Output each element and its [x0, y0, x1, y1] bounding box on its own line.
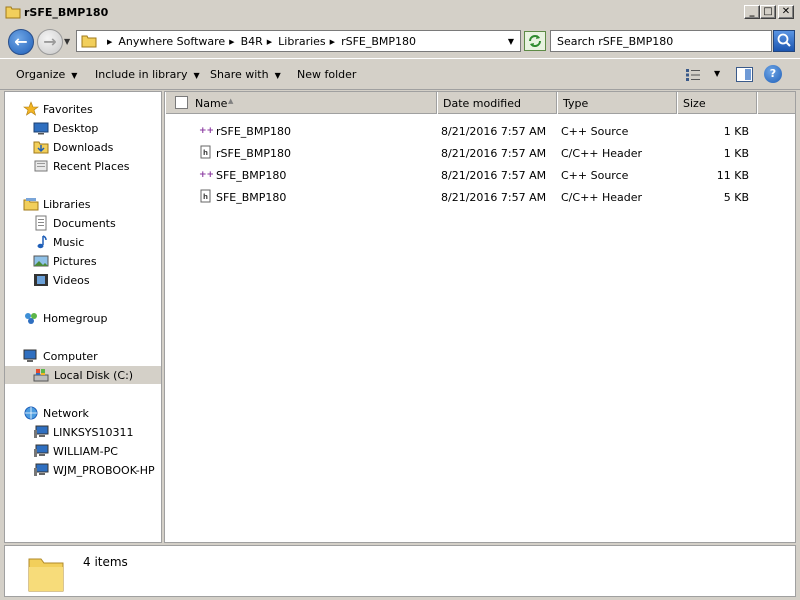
file-type: C++ Source — [561, 169, 629, 182]
column-header-type[interactable]: Type — [557, 92, 677, 114]
view-options-dropdown[interactable]: ▼ — [714, 69, 720, 78]
chevron-down-icon: ▼ — [193, 71, 200, 80]
file-name: SFE_BMP180 — [216, 169, 287, 182]
desktop-icon — [33, 122, 49, 135]
network-computer-icon — [34, 425, 49, 438]
change-view-icon[interactable] — [685, 68, 701, 82]
breadcrumb-item[interactable]: Anywhere Software — [118, 35, 225, 48]
table-row[interactable]: h rSFE_BMP180 8/21/2016 7:57 AM C/C++ He… — [165, 142, 795, 162]
search-button[interactable] — [773, 30, 795, 52]
file-size: 1 KB — [723, 147, 749, 160]
chevron-down-icon: ▼ — [274, 71, 281, 80]
column-header-filler — [757, 92, 795, 114]
search-placeholder: Search rSFE_BMP180 — [557, 35, 674, 48]
column-header-date[interactable]: Date modified — [437, 92, 557, 114]
minimize-button[interactable]: _ — [744, 5, 760, 19]
file-date: 8/21/2016 7:57 AM — [441, 169, 547, 182]
table-row[interactable]: h SFE_BMP180 8/21/2016 7:57 AM C/C++ Hea… — [165, 186, 795, 206]
file-size: 11 KB — [716, 169, 749, 182]
nav-local-disk[interactable]: Local Disk (C:) — [5, 366, 161, 384]
file-name: SFE_BMP180 — [216, 191, 287, 204]
navigation-pane: Favorites Desktop Downloads Recent Place… — [4, 91, 162, 543]
pictures-icon — [33, 255, 49, 267]
table-row[interactable]: ++ rSFE_BMP180 8/21/2016 7:57 AM C++ Sou… — [165, 120, 795, 140]
maximize-button[interactable]: □ — [760, 5, 776, 19]
window-title: rSFE_BMP180 — [24, 6, 109, 19]
folder-icon — [28, 558, 64, 592]
file-date: 8/21/2016 7:57 AM — [441, 125, 547, 138]
sort-up-icon: ▲ — [228, 97, 234, 105]
column-header-name[interactable]: Name ▲ — [165, 92, 437, 114]
breadcrumb-item[interactable]: B4R — [241, 35, 263, 48]
column-header-size[interactable]: Size — [677, 92, 757, 114]
breadcrumb-item[interactable]: Libraries — [278, 35, 326, 48]
refresh-button[interactable] — [524, 31, 546, 51]
cpp-source-icon: ++ — [199, 126, 213, 136]
forward-button[interactable]: → — [37, 29, 63, 55]
address-dropdown-icon[interactable]: ▼ — [508, 37, 514, 46]
homegroup-icon — [25, 313, 37, 324]
file-type: C/C++ Header — [561, 191, 643, 204]
organize-menu[interactable]: Organize ▼ — [16, 68, 77, 81]
svg-text:++: ++ — [199, 126, 213, 136]
title-bar: rSFE_BMP180 _ □ ✕ — [0, 0, 800, 26]
star-icon — [23, 101, 39, 116]
search-input[interactable]: Search rSFE_BMP180 — [550, 30, 772, 52]
libraries-icon — [23, 198, 39, 211]
chevron-down-icon: ▼ — [71, 71, 78, 80]
network-computer-icon — [34, 444, 49, 457]
videos-icon — [34, 274, 48, 286]
file-list: Name ▲ Date modified Type Size ++ rSFE_B… — [164, 91, 796, 543]
documents-icon — [35, 215, 47, 231]
item-count: 4 items — [83, 555, 128, 569]
file-type: C++ Source — [561, 125, 629, 138]
recent-places-icon — [34, 160, 48, 172]
svg-text:h: h — [203, 193, 208, 201]
back-button[interactable]: ← — [8, 29, 34, 55]
file-size: 5 KB — [723, 191, 749, 204]
breadcrumb: ▶ Anywhere Software ▶ B4R ▶ Libraries ▶ … — [103, 35, 416, 48]
share-with-menu[interactable]: Share with ▼ — [210, 68, 281, 81]
file-type: C/C++ Header — [561, 147, 643, 160]
address-row: ← → ▼ ▶ Anywhere Software ▶ B4R ▶ Librar… — [0, 26, 800, 57]
chevron-right-icon[interactable]: ▶ — [330, 38, 335, 46]
chevron-right-icon[interactable]: ▶ — [107, 38, 112, 46]
c-header-icon: h — [200, 145, 211, 159]
file-date: 8/21/2016 7:57 AM — [441, 191, 547, 204]
refresh-icon — [529, 35, 541, 47]
table-row[interactable]: ++ SFE_BMP180 8/21/2016 7:57 AM C++ Sour… — [165, 164, 795, 184]
svg-text:h: h — [203, 149, 208, 157]
music-icon — [37, 235, 47, 249]
network-icon — [24, 406, 38, 420]
local-disk-icon — [33, 369, 49, 382]
recent-pages-dropdown[interactable]: ▼ — [64, 37, 70, 46]
details-pane: 4 items — [4, 545, 796, 597]
computer-icon — [23, 349, 37, 362]
c-header-icon: h — [200, 189, 211, 203]
new-folder-button[interactable]: New folder — [297, 68, 356, 81]
command-bar: Organize ▼ Include in library ▼ Share with… — [0, 58, 800, 90]
cpp-source-icon: ++ — [199, 170, 213, 180]
file-name: rSFE_BMP180 — [216, 147, 291, 160]
file-size: 1 KB — [723, 125, 749, 138]
chevron-right-icon[interactable]: ▶ — [229, 38, 234, 46]
search-icon — [777, 33, 791, 47]
help-button[interactable]: ? — [764, 65, 782, 83]
downloads-folder-icon — [33, 141, 49, 154]
svg-text:++: ++ — [199, 170, 213, 180]
breadcrumb-item[interactable]: rSFE_BMP180 — [341, 35, 416, 48]
folder-icon — [5, 6, 21, 19]
include-in-library-menu[interactable]: Include in library ▼ — [95, 68, 200, 81]
preview-pane-button[interactable] — [736, 67, 753, 82]
chevron-right-icon[interactable]: ▶ — [267, 38, 272, 46]
column-headers: Name ▲ Date modified Type Size — [165, 92, 795, 114]
address-bar[interactable]: ▶ Anywhere Software ▶ B4R ▶ Libraries ▶ … — [76, 30, 521, 52]
file-date: 8/21/2016 7:57 AM — [441, 147, 547, 160]
folder-icon — [81, 35, 97, 48]
network-computer-icon — [34, 463, 49, 476]
select-all-checkbox[interactable] — [175, 96, 188, 109]
close-button[interactable]: ✕ — [778, 5, 794, 19]
file-name: rSFE_BMP180 — [216, 125, 291, 138]
